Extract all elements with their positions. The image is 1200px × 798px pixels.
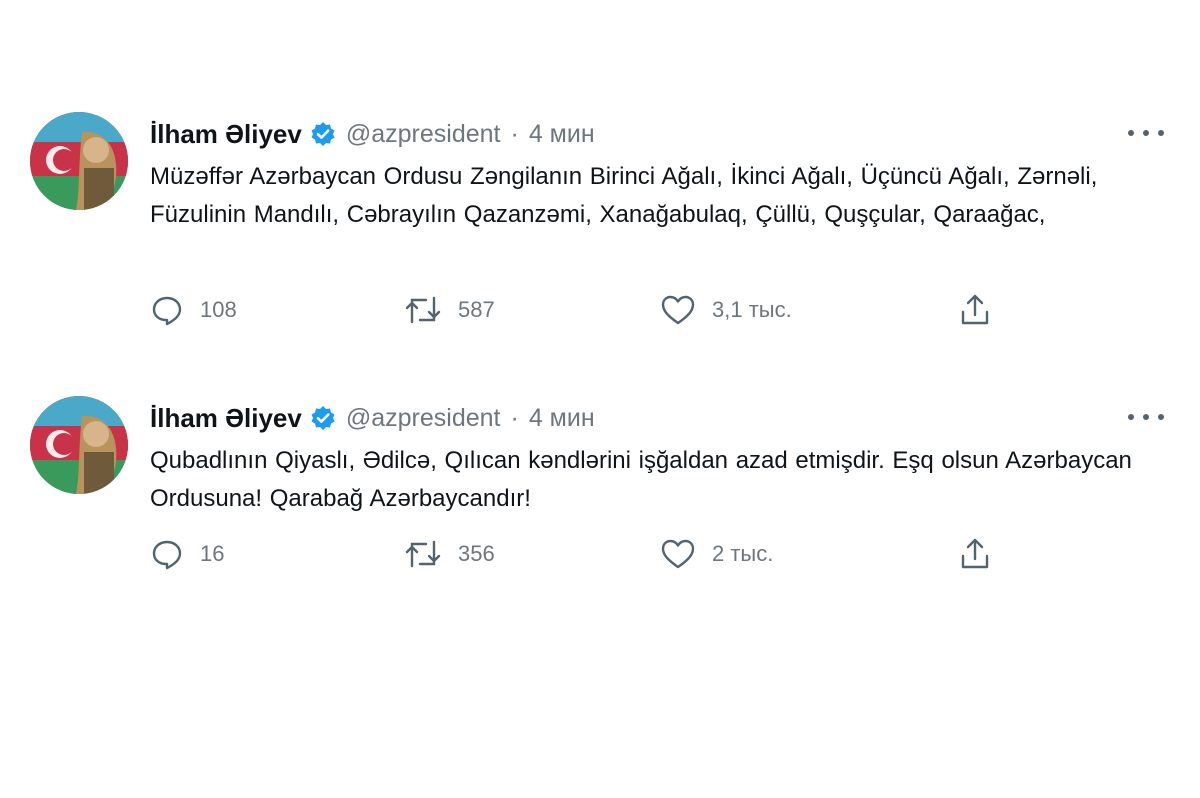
tweet-actions: 16 356 2 тыс.	[150, 534, 1010, 574]
share-icon	[958, 536, 992, 572]
retweet-icon	[404, 537, 442, 571]
like-icon	[660, 293, 696, 327]
tweet-text: Müzəffər Azərbaycan Ordusu Zəngilanın Bi…	[150, 163, 1098, 228]
more-icon[interactable]	[1128, 124, 1164, 142]
share-icon	[958, 292, 992, 328]
avatar[interactable]	[30, 396, 128, 494]
author-name[interactable]: İlham Əliyev	[150, 119, 302, 150]
reply-icon	[150, 537, 184, 571]
author-handle[interactable]: @azpresident	[346, 404, 501, 433]
reply-count: 108	[200, 297, 237, 322]
retweet-count: 356	[458, 541, 495, 566]
verified-badge-icon	[310, 121, 336, 147]
tweet-text: Qubadlının Qiyaslı, Ədilcə, Qılıcan kənd…	[150, 447, 1132, 512]
retweet-count: 587	[458, 297, 495, 322]
reply-button[interactable]: 16	[150, 534, 224, 574]
author-name[interactable]: İlham Əliyev	[150, 403, 302, 434]
avatar[interactable]	[30, 112, 128, 210]
separator-dot: ·	[510, 119, 519, 148]
author-handle[interactable]: @azpresident	[346, 120, 501, 149]
screenshot-canvas: İlham Əliyev @azpresident · 4 мин Müzəff…	[0, 0, 1200, 798]
like-count: 3,1 тыс.	[712, 297, 792, 322]
timestamp[interactable]: 4 мин	[529, 120, 595, 149]
share-button[interactable]	[958, 290, 992, 330]
more-icon[interactable]	[1128, 408, 1164, 426]
share-button[interactable]	[958, 534, 992, 574]
tweet-header: İlham Əliyev @azpresident · 4 мин	[150, 116, 595, 152]
like-button[interactable]: 3,1 тыс.	[660, 290, 792, 330]
verified-badge-icon	[310, 405, 336, 431]
tweet-header: İlham Əliyev @azpresident · 4 мин	[150, 400, 595, 436]
retweet-icon	[404, 293, 442, 327]
retweet-button[interactable]: 587	[404, 290, 495, 330]
tweet-actions: 108 587 3,1 тыс.	[150, 290, 1010, 330]
timestamp[interactable]: 4 мин	[529, 404, 595, 433]
reply-icon	[150, 293, 184, 327]
like-icon	[660, 537, 696, 571]
like-button[interactable]: 2 тыс.	[660, 534, 773, 574]
retweet-button[interactable]: 356	[404, 534, 495, 574]
reply-button[interactable]: 108	[150, 290, 237, 330]
like-count: 2 тыс.	[712, 541, 774, 566]
reply-count: 16	[200, 541, 225, 566]
separator-dot: ·	[510, 403, 519, 432]
